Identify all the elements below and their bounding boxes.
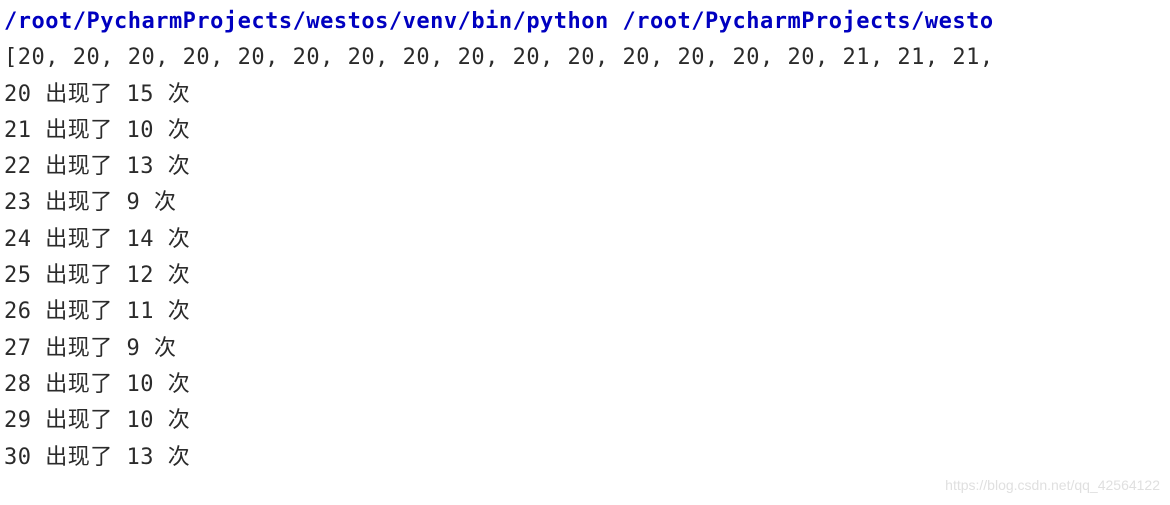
count-num: 27 bbox=[4, 336, 32, 361]
count-value: 15 bbox=[113, 82, 154, 107]
count-suffix: 次 bbox=[154, 445, 190, 470]
count-label: 出现了 bbox=[32, 227, 113, 252]
count-label: 出现了 bbox=[32, 263, 113, 288]
count-label: 出现了 bbox=[32, 299, 113, 324]
count-suffix: 次 bbox=[154, 227, 190, 252]
count-suffix: 次 bbox=[154, 372, 190, 397]
count-value: 10 bbox=[113, 372, 154, 397]
count-num: 28 bbox=[4, 372, 32, 397]
count-value: 11 bbox=[113, 299, 154, 324]
count-num: 24 bbox=[4, 227, 32, 252]
count-row: 27 出现了 9 次 bbox=[4, 331, 1166, 367]
count-value: 10 bbox=[113, 408, 154, 433]
count-suffix: 次 bbox=[140, 336, 176, 361]
count-row: 22 出现了 13 次 bbox=[4, 149, 1166, 185]
count-row: 25 出现了 12 次 bbox=[4, 258, 1166, 294]
count-row: 29 出现了 10 次 bbox=[4, 403, 1166, 439]
count-suffix: 次 bbox=[154, 82, 190, 107]
count-row: 28 出现了 10 次 bbox=[4, 367, 1166, 403]
count-num: 26 bbox=[4, 299, 32, 324]
count-num: 21 bbox=[4, 118, 32, 143]
count-value: 14 bbox=[113, 227, 154, 252]
count-num: 29 bbox=[4, 408, 32, 433]
count-label: 出现了 bbox=[32, 82, 113, 107]
count-suffix: 次 bbox=[154, 263, 190, 288]
count-suffix: 次 bbox=[154, 408, 190, 433]
count-label: 出现了 bbox=[32, 372, 113, 397]
list-output: [20, 20, 20, 20, 20, 20, 20, 20, 20, 20,… bbox=[4, 40, 1166, 76]
count-value: 9 bbox=[113, 190, 141, 215]
count-row: 24 出现了 14 次 bbox=[4, 222, 1166, 258]
count-value: 10 bbox=[113, 118, 154, 143]
count-row: 30 出现了 13 次 bbox=[4, 440, 1166, 476]
count-label: 出现了 bbox=[32, 190, 113, 215]
count-num: 23 bbox=[4, 190, 32, 215]
count-row: 20 出现了 15 次 bbox=[4, 77, 1166, 113]
count-row: 26 出现了 11 次 bbox=[4, 294, 1166, 330]
count-suffix: 次 bbox=[140, 190, 176, 215]
command-path: /root/PycharmProjects/westos/venv/bin/py… bbox=[4, 4, 1166, 40]
count-label: 出现了 bbox=[32, 154, 113, 179]
count-num: 30 bbox=[4, 445, 32, 470]
count-label: 出现了 bbox=[32, 445, 113, 470]
count-suffix: 次 bbox=[154, 299, 190, 324]
count-num: 25 bbox=[4, 263, 32, 288]
watermark-text: https://blog.csdn.net/qq_42564122 bbox=[945, 474, 1160, 497]
count-label: 出现了 bbox=[32, 408, 113, 433]
count-suffix: 次 bbox=[154, 154, 190, 179]
count-value: 12 bbox=[113, 263, 154, 288]
count-value: 9 bbox=[113, 336, 141, 361]
count-label: 出现了 bbox=[32, 336, 113, 361]
count-value: 13 bbox=[113, 154, 154, 179]
count-value: 13 bbox=[113, 445, 154, 470]
count-num: 20 bbox=[4, 82, 32, 107]
count-row: 23 出现了 9 次 bbox=[4, 185, 1166, 221]
count-num: 22 bbox=[4, 154, 32, 179]
count-row: 21 出现了 10 次 bbox=[4, 113, 1166, 149]
count-label: 出现了 bbox=[32, 118, 113, 143]
count-suffix: 次 bbox=[154, 118, 190, 143]
